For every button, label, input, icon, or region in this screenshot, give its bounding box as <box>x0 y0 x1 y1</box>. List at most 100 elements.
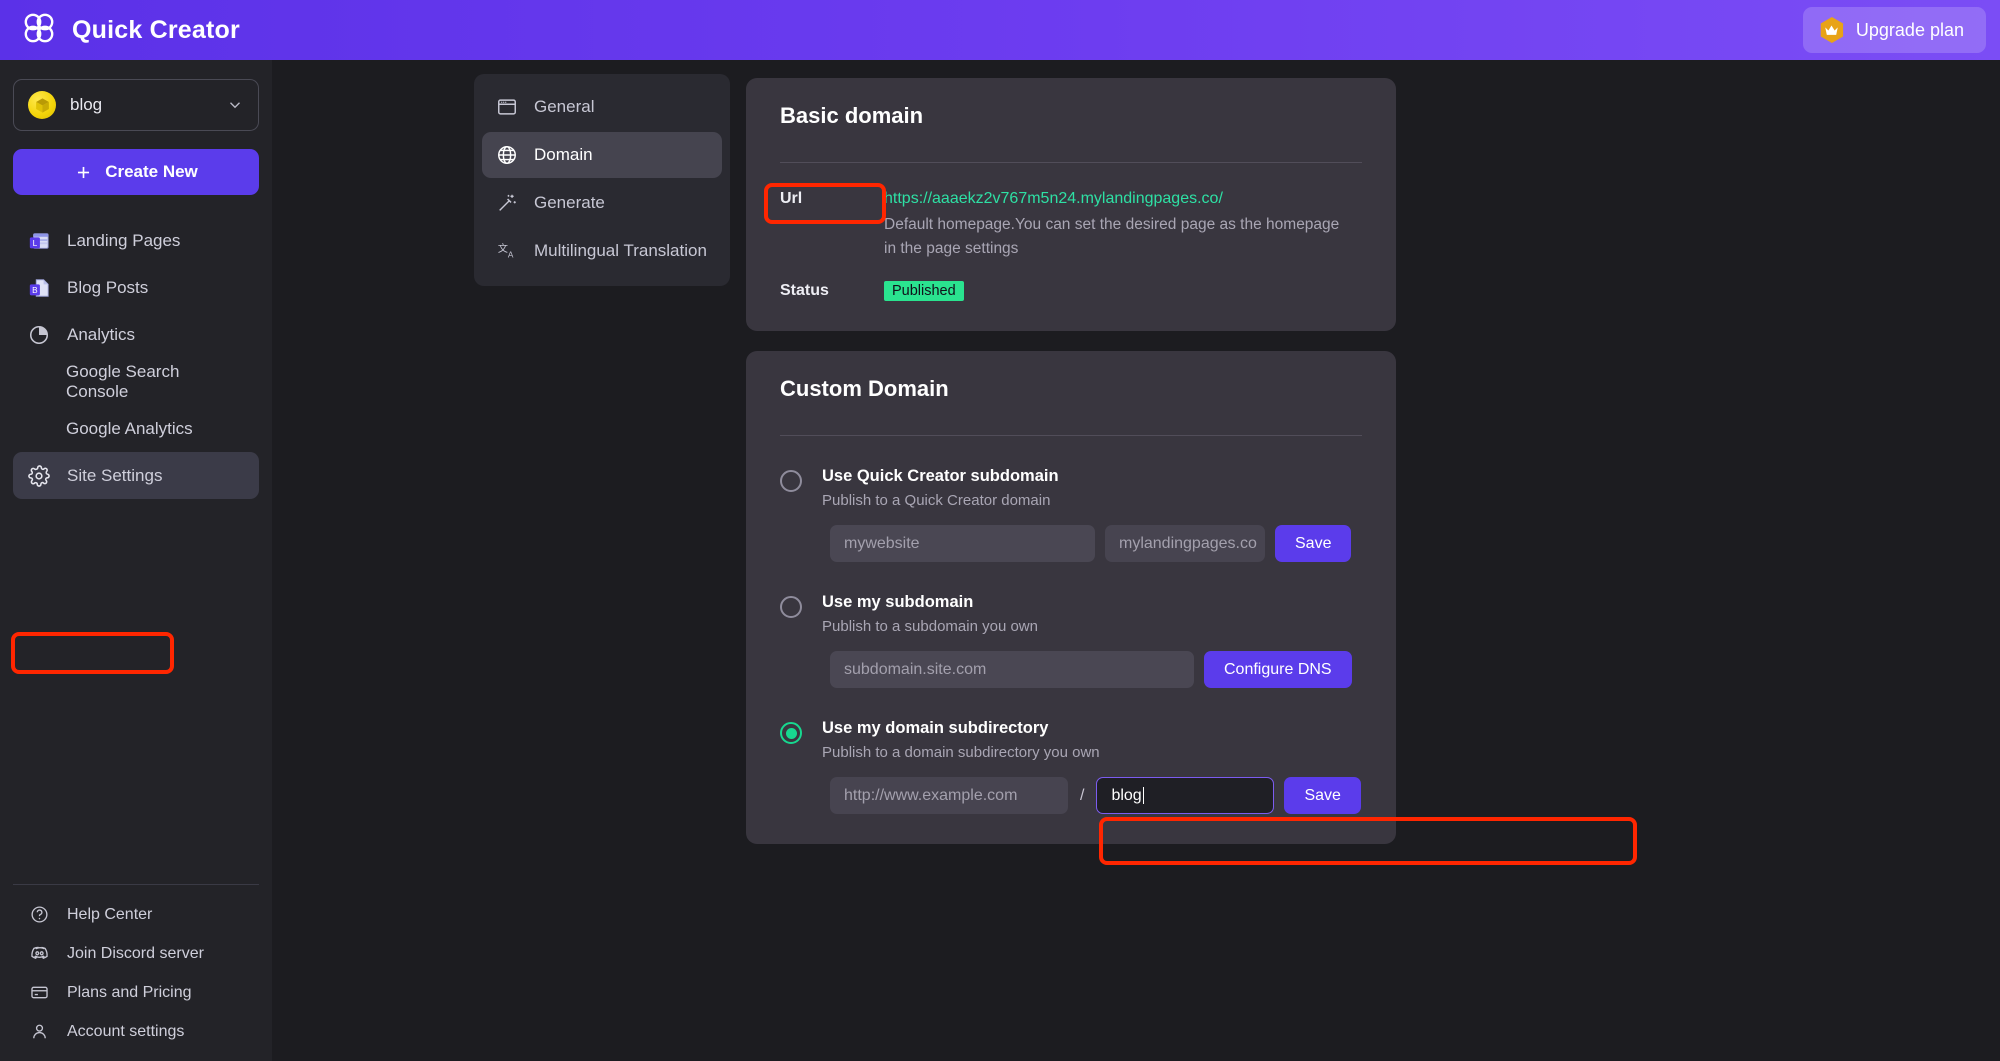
panel-title: Basic domain <box>780 103 924 128</box>
panel-title: Custom Domain <box>780 376 949 401</box>
primary-nav: L Landing Pages B Blog Posts Analytics G… <box>0 217 272 499</box>
sidebar-item-label: Account settings <box>67 1022 185 1040</box>
sidebar-item-label: Join Discord server <box>67 944 204 962</box>
subdirectory-domain-input[interactable]: http://www.example.com <box>830 777 1068 814</box>
sidebar-item-label: Blog Posts <box>67 277 149 297</box>
window-icon <box>498 99 516 115</box>
site-url-link[interactable]: https://aaaekz2v767m5n24.mylandingpages.… <box>884 190 1354 208</box>
gear-icon <box>27 464 51 488</box>
secondary-nav: Help Center Join Discord server Plans an… <box>0 895 272 1051</box>
app-root: Quick Creator Upgrade plan blog Create N… <box>0 0 2000 1061</box>
quick-creator-logo-icon <box>22 11 56 50</box>
question-circle-icon <box>27 903 51 927</box>
save-subdirectory-button[interactable]: Save <box>1284 777 1361 814</box>
sidebar-item-label: Analytics <box>67 324 136 344</box>
chevron-down-icon <box>230 102 240 109</box>
sidebar-item-join-discord-server[interactable]: Join Discord server <box>13 934 259 973</box>
option-my-domain-subdirectory: Use my domain subdirectory Publish to a … <box>780 719 1362 814</box>
crown-icon <box>1820 17 1844 43</box>
sidebar-item-analytics[interactable]: Analytics <box>13 311 259 358</box>
globe-icon <box>498 146 516 164</box>
blog-posts-icon: B <box>27 276 51 300</box>
sidebar-item-label: Plans and Pricing <box>67 983 192 1001</box>
create-new-label: Create New <box>105 162 198 181</box>
quick-creator-subdomain-suffix: mylandingpages.co <box>1105 525 1265 562</box>
cube-icon <box>28 91 56 119</box>
sidebar-divider <box>13 884 259 885</box>
magic-wand-icon <box>499 194 516 211</box>
panel-divider <box>780 435 1362 436</box>
status-badge: Published <box>884 281 964 302</box>
status-label: Status <box>780 282 829 300</box>
settings-menu-label: Domain <box>534 145 593 164</box>
sidebar-item-landing-pages[interactable]: L Landing Pages <box>13 217 259 264</box>
main-content: General Domain Generate 文 A Multilingual… <box>272 60 2000 1061</box>
sidebar-item-google-search-console[interactable]: Google Search Console <box>13 358 259 405</box>
option-title: Use Quick Creator subdomain <box>822 467 1059 485</box>
create-new-button[interactable]: Create New <box>13 149 259 195</box>
svg-text:B: B <box>32 285 38 294</box>
user-icon <box>27 1020 51 1044</box>
panel-divider <box>780 162 1362 163</box>
option-subtitle: Publish to a subdomain you own <box>822 618 1038 635</box>
sidebar-item-label: Google Analytics <box>66 418 193 438</box>
subdirectory-path-input[interactable]: blog <box>1096 777 1275 814</box>
subdirectory-path-value: blog <box>1111 786 1142 804</box>
sidebar-item-plans-and-pricing[interactable]: Plans and Pricing <box>13 973 259 1012</box>
settings-menu-item-general[interactable]: General <box>482 84 722 130</box>
sidebar-item-label: Landing Pages <box>67 230 181 250</box>
sidebar: blog Create New L Landing Pages B Blog P… <box>0 60 272 1061</box>
app-title: Quick Creator <box>72 15 240 44</box>
quick-creator-subdomain-input[interactable] <box>830 525 1095 562</box>
settings-menu-label: Generate <box>534 193 605 212</box>
text-cursor <box>1142 787 1145 804</box>
url-row: Url https://aaaekz2v767m5n24.mylandingpa… <box>780 190 1362 261</box>
svg-text:A: A <box>508 250 514 259</box>
sidebar-item-blog-posts[interactable]: B Blog Posts <box>13 264 259 311</box>
my-subdomain-input[interactable] <box>830 651 1194 688</box>
upgrade-plan-button[interactable]: Upgrade plan <box>1802 7 1986 53</box>
discord-icon <box>27 942 51 966</box>
settings-menu-item-domain[interactable]: Domain <box>482 132 722 178</box>
radio-quick-creator-subdomain[interactable] <box>780 470 802 492</box>
sidebar-item-label: Site Settings <box>67 465 163 485</box>
landing-pages-icon: L <box>27 229 51 253</box>
site-name: blog <box>70 95 103 114</box>
pie-chart-icon <box>27 323 51 347</box>
custom-domain-panel: Custom Domain Use Quick Creator subdomai… <box>746 351 1396 844</box>
radio-my-domain-subdirectory[interactable] <box>780 722 802 744</box>
url-label: Url <box>780 190 803 207</box>
svg-text:文: 文 <box>498 242 508 255</box>
upgrade-plan-label: Upgrade plan <box>1855 19 1964 40</box>
plus-icon <box>78 166 90 178</box>
sidebar-item-help-center[interactable]: Help Center <box>13 895 259 934</box>
svg-text:L: L <box>33 238 38 247</box>
top-bar: Quick Creator Upgrade plan <box>0 0 2000 60</box>
credit-card-icon <box>27 981 51 1005</box>
sidebar-item-google-analytics[interactable]: Google Analytics <box>13 405 259 452</box>
option-subtitle: Publish to a domain subdirectory you own <box>822 744 1100 761</box>
path-separator: / <box>1080 786 1085 804</box>
option-subtitle: Publish to a Quick Creator domain <box>822 492 1051 509</box>
option-title: Use my domain subdirectory <box>822 719 1049 737</box>
settings-menu: General Domain Generate 文 A Multilingual… <box>474 74 730 286</box>
translate-icon: 文 A <box>498 242 514 259</box>
basic-domain-panel: Basic domain Url https://aaaekz2v767m5n2… <box>746 78 1396 332</box>
brand: Quick Creator <box>22 11 240 50</box>
sidebar-item-site-settings[interactable]: Site Settings <box>13 452 259 499</box>
sidebar-item-label: Google Search Console <box>66 361 180 401</box>
save-quick-creator-subdomain-button[interactable]: Save <box>1275 525 1352 562</box>
option-quick-creator-subdomain: Use Quick Creator subdomain Publish to a… <box>780 467 1362 562</box>
sidebar-item-account-settings[interactable]: Account settings <box>13 1012 259 1051</box>
radio-my-subdomain[interactable] <box>780 596 802 618</box>
option-my-subdomain: Use my subdomain Publish to a subdomain … <box>780 593 1362 688</box>
settings-menu-item-generate[interactable]: Generate <box>482 180 722 226</box>
configure-dns-button[interactable]: Configure DNS <box>1204 651 1352 688</box>
option-title: Use my subdomain <box>822 593 974 611</box>
url-help-text: Default homepage.You can set the desired… <box>884 216 1340 258</box>
settings-menu-label: General <box>534 97 595 116</box>
settings-menu-label: Multilingual Translation <box>534 241 707 260</box>
site-selector[interactable]: blog <box>13 79 259 131</box>
settings-menu-item-multilingual-translation[interactable]: 文 A Multilingual Translation <box>482 228 722 274</box>
